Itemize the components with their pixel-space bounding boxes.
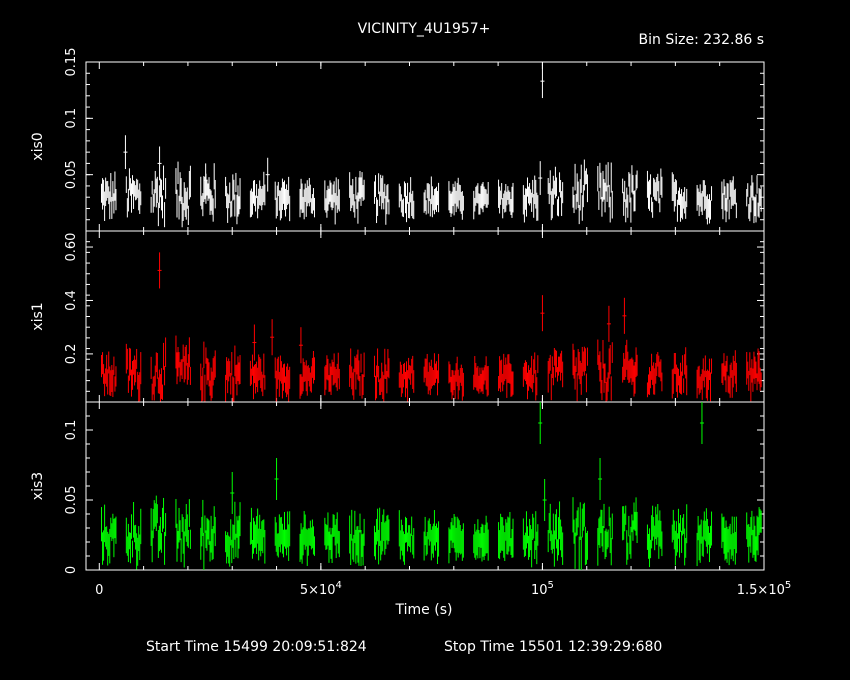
xtick-label: 5×104 xyxy=(300,580,342,598)
xtick-label: 105 xyxy=(531,580,554,598)
ytick-label: 0.15 xyxy=(64,48,79,77)
ytick-label: 0.05 xyxy=(64,486,79,515)
y-axis-label: xis1 xyxy=(30,302,46,330)
ytick-label: 0.1 xyxy=(64,108,79,129)
series-xis0 xyxy=(101,64,762,228)
light-curve-figure: VICINITY_4U1957+ Bin Size: 232.86 s 0.05… xyxy=(30,21,791,655)
xtick-label: 0 xyxy=(95,583,103,598)
y-axis-label: xis0 xyxy=(30,132,46,160)
xtick-label: 1.5×105 xyxy=(737,580,791,598)
chart-title: VICINITY_4U1957+ xyxy=(358,21,491,37)
series-xis1 xyxy=(101,252,762,402)
x-axis-label: Time (s) xyxy=(395,602,453,618)
ytick-label: 0 xyxy=(64,566,79,574)
ytick-label: 0.1 xyxy=(64,420,79,441)
ytick-label: 0.2 xyxy=(64,344,79,365)
panel-xis3: 0 0.05 0.1 xis3 xyxy=(30,401,765,574)
bin-size-label: Bin Size: 232.86 s xyxy=(639,32,764,48)
ytick-label: 0.05 xyxy=(64,160,79,189)
start-time-label: Start Time 15499 20:09:51:824 xyxy=(146,639,367,655)
stop-time-label: Stop Time 15501 12:39:29:680 xyxy=(444,639,662,655)
series-xis3 xyxy=(101,402,762,570)
panel-xis1: 0.2 0.4 0.60 xis1 xyxy=(30,230,765,403)
ytick-label: 0.60 xyxy=(64,233,79,262)
panel-xis0: 0.05 0.1 0.15 xis0 xyxy=(30,48,765,232)
y-axis-label: xis3 xyxy=(30,472,46,500)
ytick-label: 0.4 xyxy=(64,290,79,311)
